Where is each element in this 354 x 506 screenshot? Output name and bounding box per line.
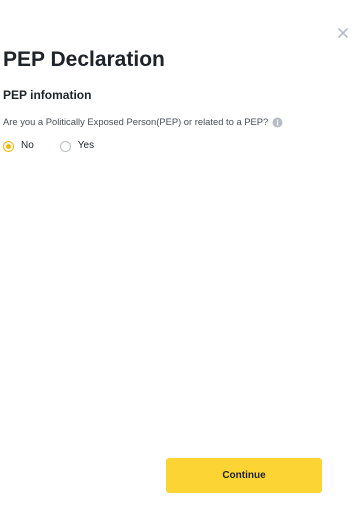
pep-declaration-dialog: PEP Declaration PEP infomation Are you a…	[0, 0, 354, 506]
section-title: PEP infomation	[3, 88, 92, 102]
pep-radio-group: No Yes	[3, 138, 94, 154]
close-button[interactable]	[335, 25, 351, 41]
radio-label-yes: Yes	[77, 140, 95, 151]
dialog-title: PEP Declaration	[3, 48, 165, 71]
radio-button-no[interactable]	[3, 140, 14, 152]
radio-option-yes[interactable]: Yes	[59, 138, 95, 154]
close-icon	[338, 28, 348, 38]
radio-label-no: No	[21, 140, 34, 151]
continue-button[interactable]: Continue	[166, 458, 322, 493]
info-icon[interactable]	[272, 117, 283, 128]
pep-question: Are you a Politically Exposed Person(PEP…	[3, 114, 283, 130]
radio-option-no[interactable]: No	[3, 138, 34, 154]
pep-question-text: Are you a Politically Exposed Person(PEP…	[3, 116, 269, 127]
radio-button-yes[interactable]	[59, 140, 71, 152]
